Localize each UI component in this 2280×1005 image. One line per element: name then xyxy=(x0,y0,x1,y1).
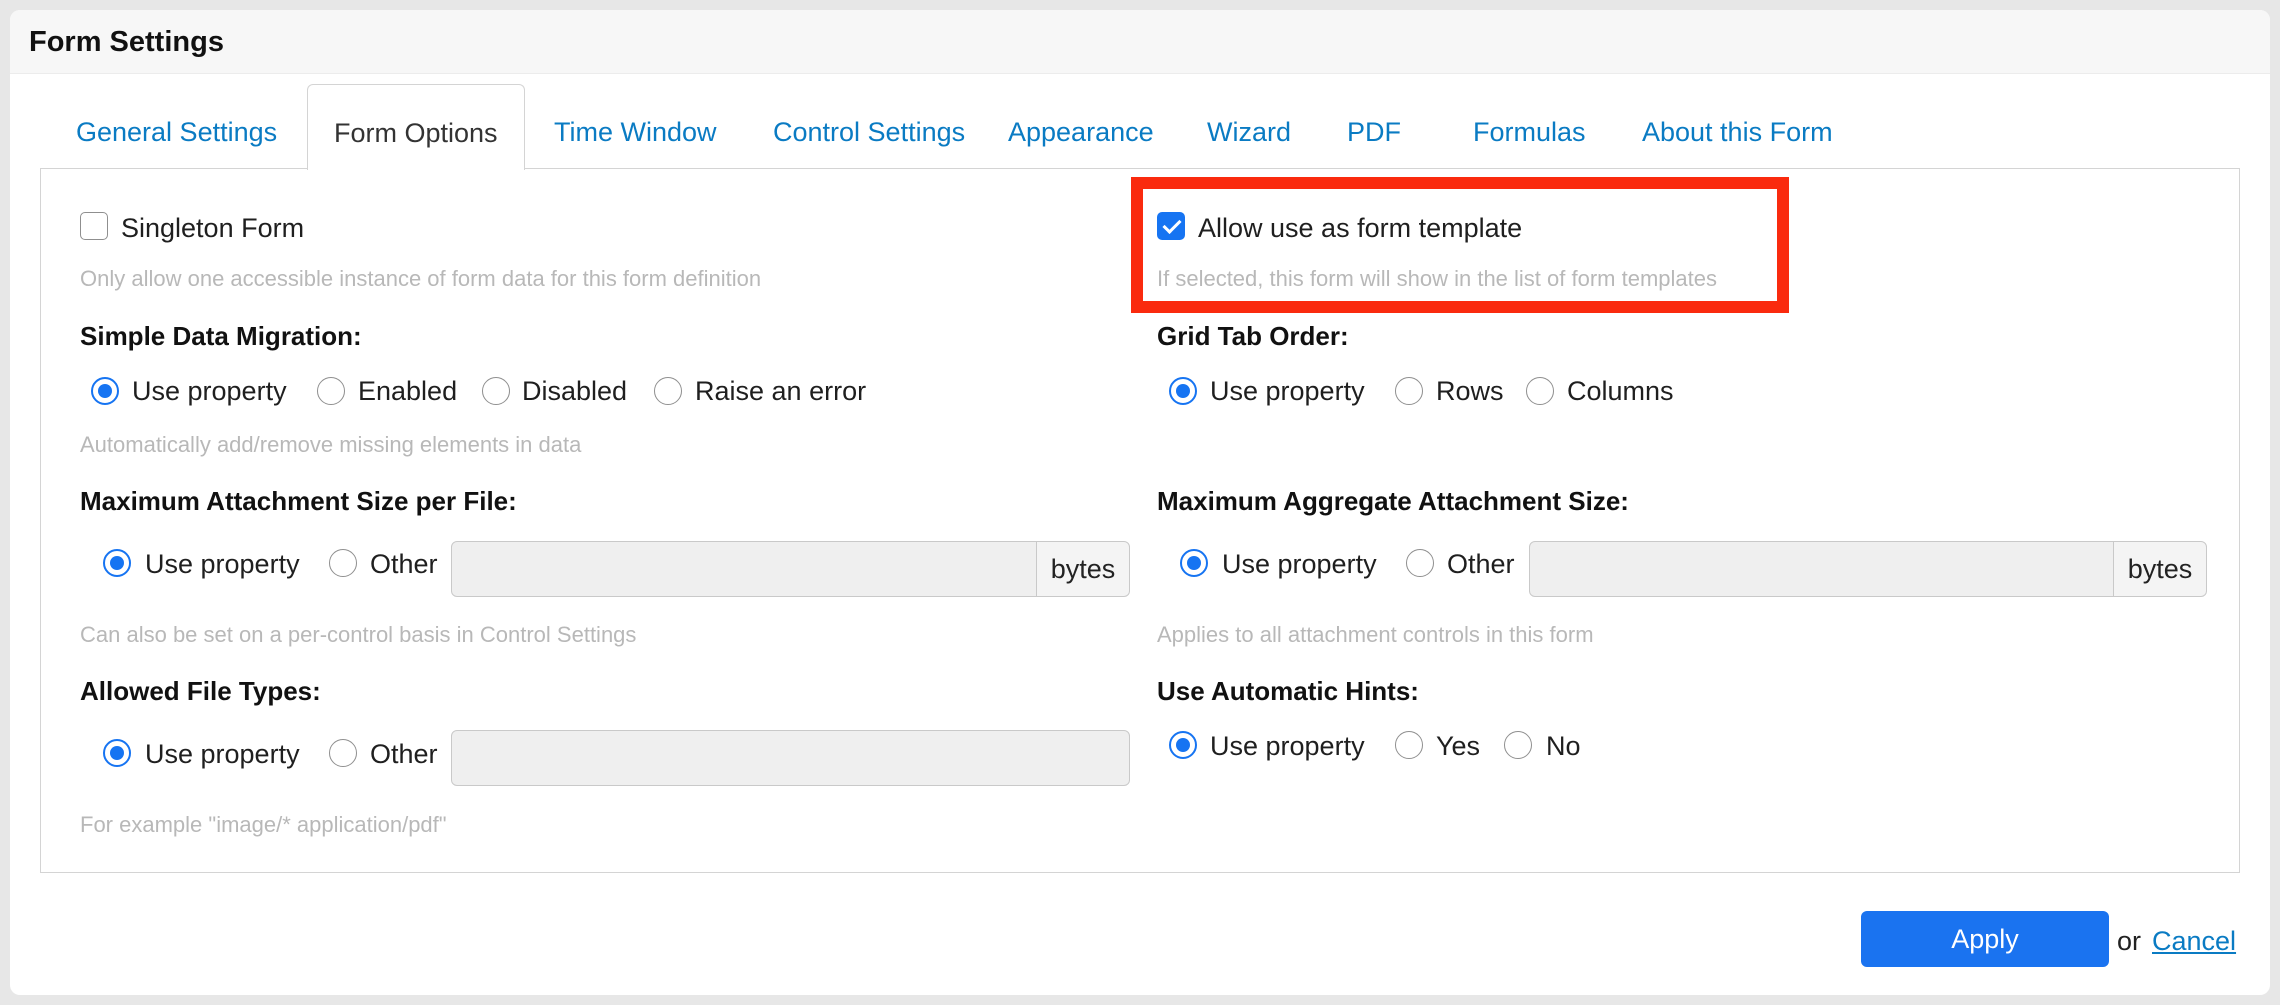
grid-tab-columns-radio[interactable] xyxy=(1526,377,1554,405)
tab-about-this-form[interactable]: About this Form xyxy=(1616,84,1859,168)
max-attachment-bytes-unit: bytes xyxy=(1036,541,1130,597)
migration-enabled-label: Enabled xyxy=(358,376,458,406)
migration-raise-error-radio[interactable] xyxy=(654,377,682,405)
allowed-file-types-input[interactable] xyxy=(451,730,1130,786)
file-types-use-property-radio[interactable] xyxy=(103,739,131,767)
or-text: or xyxy=(2117,926,2142,956)
cancel-link[interactable]: Cancel xyxy=(2152,926,2236,957)
tab-formulas[interactable]: Formulas xyxy=(1447,84,1612,168)
grid-tab-order-heading: Grid Tab Order: xyxy=(1157,321,1349,351)
simple-data-migration-heading: Simple Data Migration: xyxy=(80,321,362,351)
max-aggregate-size-input[interactable] xyxy=(1529,541,2115,597)
auto-hints-no-label: No xyxy=(1546,731,1581,761)
tab-control-settings[interactable]: Control Settings xyxy=(747,84,991,168)
max-attachment-use-property-radio[interactable] xyxy=(103,549,131,577)
migration-use-property-label: Use property xyxy=(132,376,287,406)
tab-appearance[interactable]: Appearance xyxy=(982,84,1180,168)
max-attachment-use-property-label: Use property xyxy=(145,549,300,579)
auto-hints-use-property-radio[interactable] xyxy=(1169,731,1197,759)
max-attachment-size-heading: Maximum Attachment Size per File: xyxy=(80,486,517,516)
dialog-title: Form Settings xyxy=(29,26,224,58)
migration-enabled-radio[interactable] xyxy=(317,377,345,405)
tab-pdf[interactable]: PDF xyxy=(1321,84,1427,168)
tab-form-options[interactable]: Form Options xyxy=(307,84,525,170)
max-attachment-other-radio[interactable] xyxy=(329,549,357,577)
max-aggregate-use-property-radio[interactable] xyxy=(1180,549,1208,577)
auto-hints-no-radio[interactable] xyxy=(1504,731,1532,759)
migration-disabled-label: Disabled xyxy=(522,376,628,406)
auto-hints-yes-label: Yes xyxy=(1436,731,1481,761)
tab-bar: General Settings Form Options Time Windo… xyxy=(40,84,2240,170)
singleton-form-checkbox[interactable] xyxy=(80,212,108,240)
auto-hints-yes-radio[interactable] xyxy=(1395,731,1423,759)
automatic-hints-heading: Use Automatic Hints: xyxy=(1157,676,1419,706)
tab-wizard[interactable]: Wizard xyxy=(1181,84,1317,168)
tab-general-settings[interactable]: General Settings xyxy=(50,84,303,168)
title-bar: Form Settings xyxy=(10,10,2270,74)
max-attachment-hint: Can also be set on a per-control basis i… xyxy=(80,622,637,647)
singleton-form-label: Singleton Form xyxy=(121,213,305,243)
tab-time-window[interactable]: Time Window xyxy=(528,84,743,168)
grid-tab-rows-label: Rows xyxy=(1436,376,1504,406)
grid-tab-use-property-radio[interactable] xyxy=(1169,377,1197,405)
auto-hints-use-property-label: Use property xyxy=(1210,731,1365,761)
allowed-file-types-hint: For example "image/* application/pdf" xyxy=(80,812,447,837)
file-types-use-property-label: Use property xyxy=(145,739,300,769)
allowed-file-types-heading: Allowed File Types: xyxy=(80,676,321,706)
migration-raise-error-label: Raise an error xyxy=(695,376,867,406)
max-aggregate-use-property-label: Use property xyxy=(1222,549,1377,579)
migration-hint: Automatically add/remove missing element… xyxy=(80,432,582,457)
apply-button[interactable]: Apply xyxy=(1861,911,2109,967)
max-aggregate-bytes-unit: bytes xyxy=(2113,541,2207,597)
max-aggregate-size-heading: Maximum Aggregate Attachment Size: xyxy=(1157,486,1629,516)
max-aggregate-hint: Applies to all attachment controls in th… xyxy=(1157,622,1594,647)
max-attachment-other-label: Other xyxy=(370,549,438,579)
migration-disabled-radio[interactable] xyxy=(482,377,510,405)
file-types-other-label: Other xyxy=(370,739,438,769)
singleton-form-hint: Only allow one accessible instance of fo… xyxy=(80,266,762,291)
migration-use-property-radio[interactable] xyxy=(91,377,119,405)
max-aggregate-other-radio[interactable] xyxy=(1406,549,1434,577)
grid-tab-columns-label: Columns xyxy=(1567,376,1674,406)
highlight-box xyxy=(1131,177,1789,313)
max-attachment-size-input[interactable] xyxy=(451,541,1038,597)
file-types-other-radio[interactable] xyxy=(329,739,357,767)
max-aggregate-other-label: Other xyxy=(1447,549,1515,579)
grid-tab-use-property-label: Use property xyxy=(1210,376,1365,406)
grid-tab-rows-radio[interactable] xyxy=(1395,377,1423,405)
